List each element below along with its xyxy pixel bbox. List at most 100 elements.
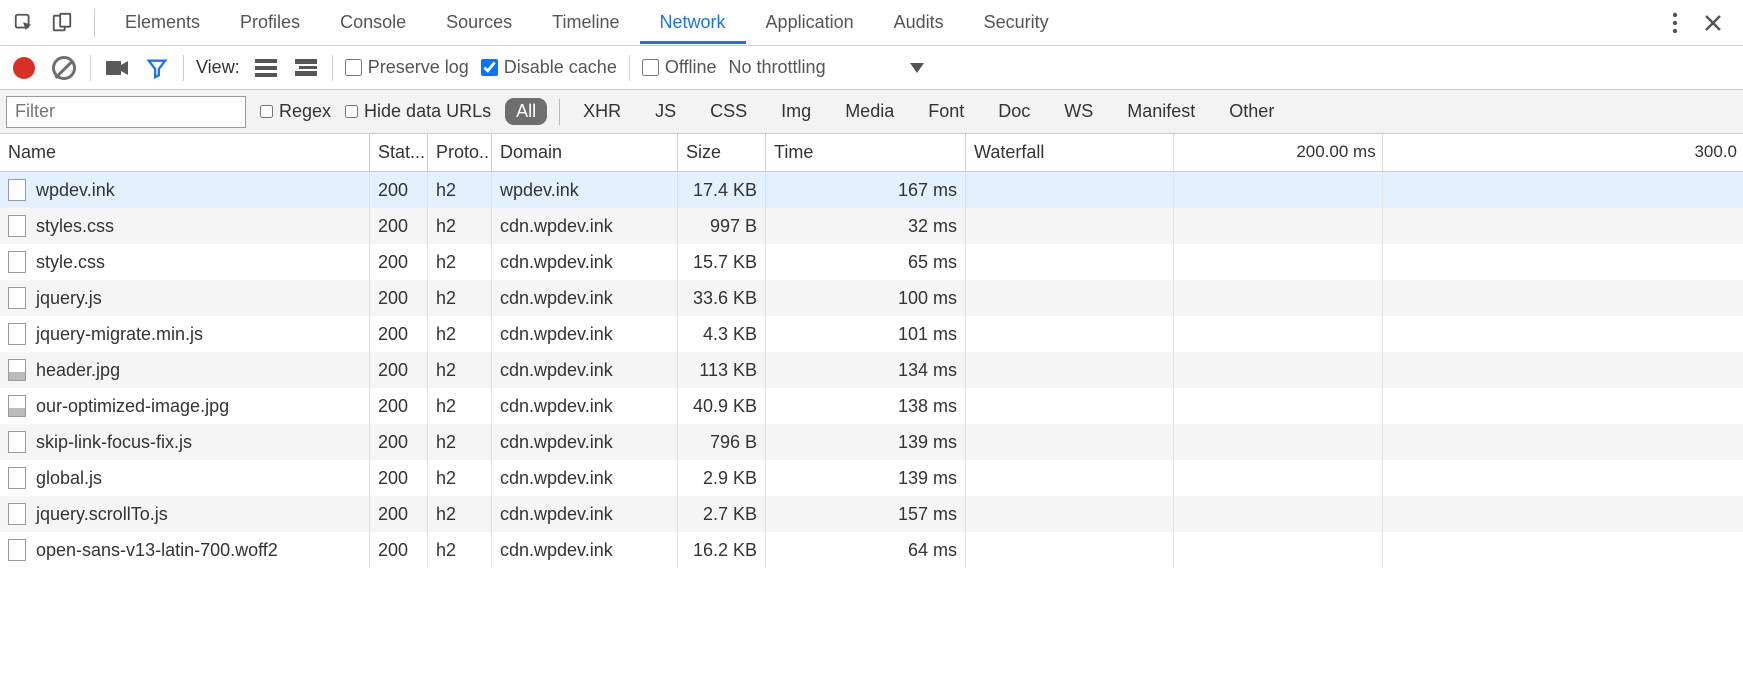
disable-cache-input[interactable]	[481, 59, 498, 76]
preserve-log-input[interactable]	[345, 59, 362, 76]
request-row[interactable]: open-sans-v13-latin-700.woff2200h2cdn.wp…	[0, 532, 1743, 568]
tab-timeline[interactable]: Timeline	[532, 2, 639, 44]
filter-type-doc[interactable]: Doc	[987, 98, 1041, 125]
request-row[interactable]: jquery-migrate.min.js200h2cdn.wpdev.ink4…	[0, 316, 1743, 352]
camera-icon[interactable]	[103, 54, 131, 82]
filter-icon[interactable]	[143, 54, 171, 82]
tab-sources[interactable]: Sources	[426, 2, 532, 44]
view-list-icon[interactable]	[252, 54, 280, 82]
cell-size: 113 KB	[678, 352, 766, 388]
filter-type-font[interactable]: Font	[917, 98, 975, 125]
tick-line	[1382, 134, 1383, 171]
request-row[interactable]: header.jpg200h2cdn.wpdev.ink113 KB134 ms	[0, 352, 1743, 388]
view-large-icon[interactable]	[292, 54, 320, 82]
col-size[interactable]: Size	[678, 134, 766, 171]
tick-line	[1173, 496, 1174, 532]
filter-type-media[interactable]: Media	[834, 98, 905, 125]
hide-data-urls-input[interactable]	[345, 105, 358, 118]
col-waterfall[interactable]: Waterfall 200.00 ms300.0	[966, 134, 1743, 171]
cell-waterfall	[966, 496, 1743, 532]
tab-network[interactable]: Network	[640, 2, 746, 44]
request-row[interactable]: skip-link-focus-fix.js200h2cdn.wpdev.ink…	[0, 424, 1743, 460]
request-row[interactable]: our-optimized-image.jpg200h2cdn.wpdev.in…	[0, 388, 1743, 424]
cell-name: header.jpg	[0, 352, 370, 388]
divider	[629, 55, 630, 81]
hide-data-urls-checkbox[interactable]: Hide data URLs	[345, 101, 491, 122]
cell-name: style.css	[0, 244, 370, 280]
col-protocol[interactable]: Proto..	[428, 134, 492, 171]
cell-protocol: h2	[428, 280, 492, 316]
tick-line	[1382, 316, 1383, 352]
col-status[interactable]: Stat...	[370, 134, 428, 171]
cell-status: 200	[370, 460, 428, 496]
request-row[interactable]: jquery.js200h2cdn.wpdev.ink33.6 KB100 ms	[0, 280, 1743, 316]
tick-line	[1382, 496, 1383, 532]
filter-type-xhr[interactable]: XHR	[572, 98, 632, 125]
regex-checkbox[interactable]: Regex	[260, 101, 331, 122]
tab-security[interactable]: Security	[964, 2, 1069, 44]
filter-type-all[interactable]: All	[505, 98, 547, 125]
tick-line	[1382, 424, 1383, 460]
col-name[interactable]: Name	[0, 134, 370, 171]
filter-type-img[interactable]: Img	[770, 98, 822, 125]
filter-type-manifest[interactable]: Manifest	[1116, 98, 1206, 125]
filter-type-other[interactable]: Other	[1218, 98, 1285, 125]
divider	[559, 99, 560, 125]
filter-bar: Regex Hide data URLs All XHR JS CSS Img Media…	[0, 90, 1743, 134]
tab-application[interactable]: Application	[746, 2, 874, 44]
regex-label: Regex	[279, 101, 331, 122]
file-name: style.css	[36, 252, 105, 273]
cell-name: jquery.js	[0, 280, 370, 316]
preserve-log-checkbox[interactable]: Preserve log	[345, 57, 469, 78]
request-row[interactable]: global.js200h2cdn.wpdev.ink2.9 KB139 ms	[0, 460, 1743, 496]
cell-size: 16.2 KB	[678, 532, 766, 568]
cell-waterfall	[966, 316, 1743, 352]
cell-status: 200	[370, 172, 428, 208]
request-row[interactable]: style.css200h2cdn.wpdev.ink15.7 KB65 ms	[0, 244, 1743, 280]
inspect-icon[interactable]	[8, 7, 40, 39]
request-row[interactable]: styles.css200h2cdn.wpdev.ink997 B32 ms	[0, 208, 1743, 244]
cell-protocol: h2	[428, 424, 492, 460]
cell-protocol: h2	[428, 208, 492, 244]
file-name: jquery.scrollTo.js	[36, 504, 168, 525]
close-icon[interactable]	[1697, 7, 1729, 39]
tab-profiles[interactable]: Profiles	[220, 2, 320, 44]
filter-types: All XHR JS CSS Img Media Font Doc WS Manifest Othe…	[505, 98, 1285, 125]
kebab-menu-icon[interactable]	[1659, 7, 1691, 39]
divider	[90, 55, 91, 81]
filter-type-js[interactable]: JS	[644, 98, 687, 125]
record-button[interactable]	[10, 54, 38, 82]
cell-time: 167 ms	[766, 172, 966, 208]
request-row[interactable]: jquery.scrollTo.js200h2cdn.wpdev.ink2.7 …	[0, 496, 1743, 532]
disable-cache-checkbox[interactable]: Disable cache	[481, 57, 617, 78]
cell-name: open-sans-v13-latin-700.woff2	[0, 532, 370, 568]
request-row[interactable]: wpdev.ink200h2wpdev.ink17.4 KB167 ms	[0, 172, 1743, 208]
cell-name: styles.css	[0, 208, 370, 244]
cell-domain: cdn.wpdev.ink	[492, 280, 678, 316]
tab-elements[interactable]: Elements	[105, 2, 220, 44]
tab-console[interactable]: Console	[320, 2, 426, 44]
throttling-select[interactable]: No throttling	[729, 57, 924, 78]
cell-time: 32 ms	[766, 208, 966, 244]
offline-checkbox[interactable]: Offline	[642, 57, 717, 78]
filter-type-ws[interactable]: WS	[1053, 98, 1104, 125]
cell-name: our-optimized-image.jpg	[0, 388, 370, 424]
offline-label: Offline	[665, 57, 717, 78]
panel-tabs: ElementsProfilesConsoleSourcesTimelineNe…	[105, 2, 1069, 44]
tab-audits[interactable]: Audits	[874, 2, 964, 44]
tick-line	[1173, 424, 1174, 460]
clear-icon[interactable]	[50, 54, 78, 82]
col-domain[interactable]: Domain	[492, 134, 678, 171]
cell-time: 100 ms	[766, 280, 966, 316]
col-time[interactable]: Time	[766, 134, 966, 171]
filter-input[interactable]	[6, 96, 246, 128]
filter-type-css[interactable]: CSS	[699, 98, 758, 125]
tick-line	[1382, 388, 1383, 424]
tick-line	[1173, 244, 1174, 280]
network-toolbar: View: Preserve log Disable cache Offline…	[0, 46, 1743, 90]
device-toggle-icon[interactable]	[46, 7, 78, 39]
cell-protocol: h2	[428, 316, 492, 352]
offline-input[interactable]	[642, 59, 659, 76]
tick-line	[1173, 172, 1174, 208]
regex-input[interactable]	[260, 105, 273, 118]
